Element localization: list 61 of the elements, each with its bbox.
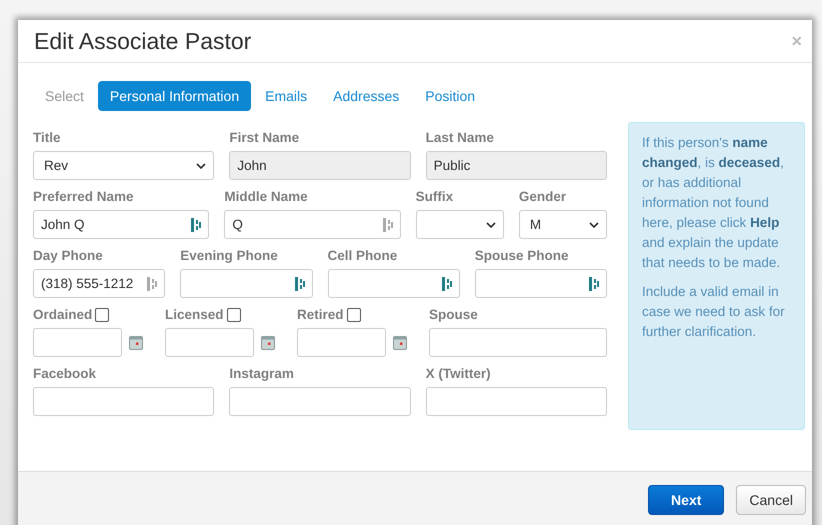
cancel-button[interactable]: Cancel <box>736 485 806 515</box>
calendar-icon[interactable] <box>261 336 275 350</box>
input-field[interactable] <box>426 387 607 416</box>
dropdown[interactable] <box>416 210 504 239</box>
autofill-icon[interactable] <box>147 276 158 290</box>
input-field[interactable] <box>474 269 607 298</box>
chevron-down-icon <box>486 222 496 228</box>
field-label: Suffix <box>416 188 454 204</box>
field-label: Last Name <box>426 130 494 144</box>
input-field[interactable]: John Q <box>33 210 210 239</box>
input-field[interactable]: John <box>229 151 411 180</box>
date-field[interactable] <box>33 328 122 357</box>
tab[interactable]: Personal Information <box>98 81 252 111</box>
input-field[interactable] <box>328 269 460 298</box>
field-label: X (Twitter) <box>426 366 491 380</box>
tab[interactable]: Position <box>413 81 488 111</box>
input-field[interactable] <box>429 328 607 357</box>
autofill-icon[interactable] <box>382 218 393 232</box>
field-label: Retired <box>297 306 344 322</box>
autofill-icon[interactable] <box>442 276 452 290</box>
autofill-icon[interactable] <box>589 276 599 290</box>
tabs-prefix-label: Select <box>44 87 85 106</box>
checkbox[interactable] <box>95 308 110 322</box>
dialog-title: Edit Associate Pastor <box>34 28 252 54</box>
field-label: Licensed <box>165 306 224 322</box>
field-label: Cell Phone <box>328 248 398 262</box>
input-field[interactable]: (318) 555-1212 <box>33 269 166 298</box>
field-label: First Name <box>229 130 300 144</box>
date-field[interactable] <box>297 328 386 357</box>
next-button[interactable]: Next <box>648 485 724 515</box>
date-field[interactable] <box>165 328 254 357</box>
field-label: Ordained <box>33 306 92 322</box>
field-label: Day Phone <box>33 248 103 262</box>
help-text: Include a valid email in case we need to ask for further clarification. <box>642 283 786 341</box>
field-label: Spouse <box>429 306 478 322</box>
input-field[interactable] <box>229 387 411 416</box>
autofill-icon[interactable] <box>191 218 202 232</box>
input-field[interactable] <box>180 269 312 298</box>
field-label: Evening Phone <box>180 248 278 262</box>
field-label: Gender <box>518 188 566 204</box>
chevron-down-icon <box>196 162 206 168</box>
field-label: Facebook <box>33 366 96 380</box>
checkbox[interactable] <box>346 308 361 322</box>
tab[interactable]: Emails <box>253 81 320 111</box>
input-field[interactable]: Public <box>426 151 607 180</box>
field-label: Title <box>33 130 61 144</box>
field-label: Preferred Name <box>33 188 134 204</box>
help-text: If this person's name changed, is deceased, or has additional information not found here, please click Help and explain the update that needs to be made. <box>642 134 785 272</box>
dropdown[interactable]: M <box>518 210 607 239</box>
field-label: Instagram <box>229 366 294 380</box>
input-field[interactable]: Q <box>224 210 401 239</box>
input-field[interactable] <box>33 387 214 416</box>
field-label: Spouse Phone <box>474 248 569 262</box>
tab[interactable]: Addresses <box>321 81 412 111</box>
calendar-icon[interactable] <box>393 336 407 350</box>
dropdown[interactable]: Rev <box>33 151 214 180</box>
field-label: Middle Name <box>224 188 308 204</box>
autofill-icon[interactable] <box>294 276 304 290</box>
chevron-down-icon <box>588 222 599 228</box>
calendar-icon[interactable] <box>129 336 143 350</box>
checkbox[interactable] <box>226 308 241 322</box>
